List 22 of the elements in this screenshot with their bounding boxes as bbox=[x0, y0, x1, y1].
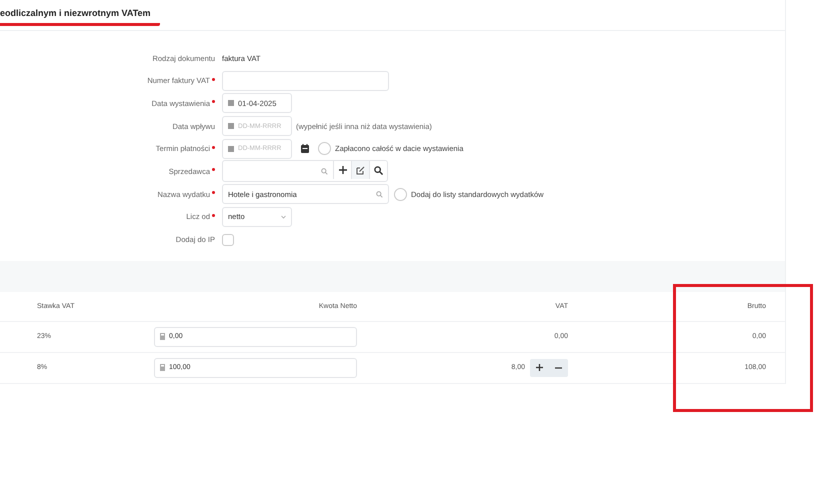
plus-icon bbox=[338, 166, 346, 174]
calendar-icon bbox=[228, 146, 234, 152]
caret-icon bbox=[281, 214, 286, 219]
checkbox[interactable] bbox=[222, 234, 234, 246]
seller-field[interactable] bbox=[222, 160, 388, 182]
calendar-icon bbox=[228, 123, 234, 130]
checkbox[interactable] bbox=[318, 142, 331, 156]
minus-icon bbox=[555, 366, 562, 368]
section-tab[interactable]: eodliczalnym i niezwrotnym VATem bbox=[0, 4, 160, 26]
search-icon bbox=[321, 168, 328, 175]
calendar-icon[interactable] bbox=[301, 144, 309, 154]
search-button[interactable] bbox=[369, 161, 387, 180]
search-icon bbox=[374, 166, 383, 175]
input-field[interactable] bbox=[222, 70, 389, 91]
search-icon bbox=[376, 190, 383, 198]
checkbox[interactable] bbox=[394, 188, 407, 201]
plus-icon bbox=[536, 364, 543, 371]
edit-icon bbox=[356, 166, 365, 175]
calculator-icon bbox=[160, 333, 165, 340]
edit-button[interactable] bbox=[351, 161, 369, 180]
calculator-icon bbox=[160, 364, 165, 371]
calendar-icon bbox=[228, 100, 234, 106]
